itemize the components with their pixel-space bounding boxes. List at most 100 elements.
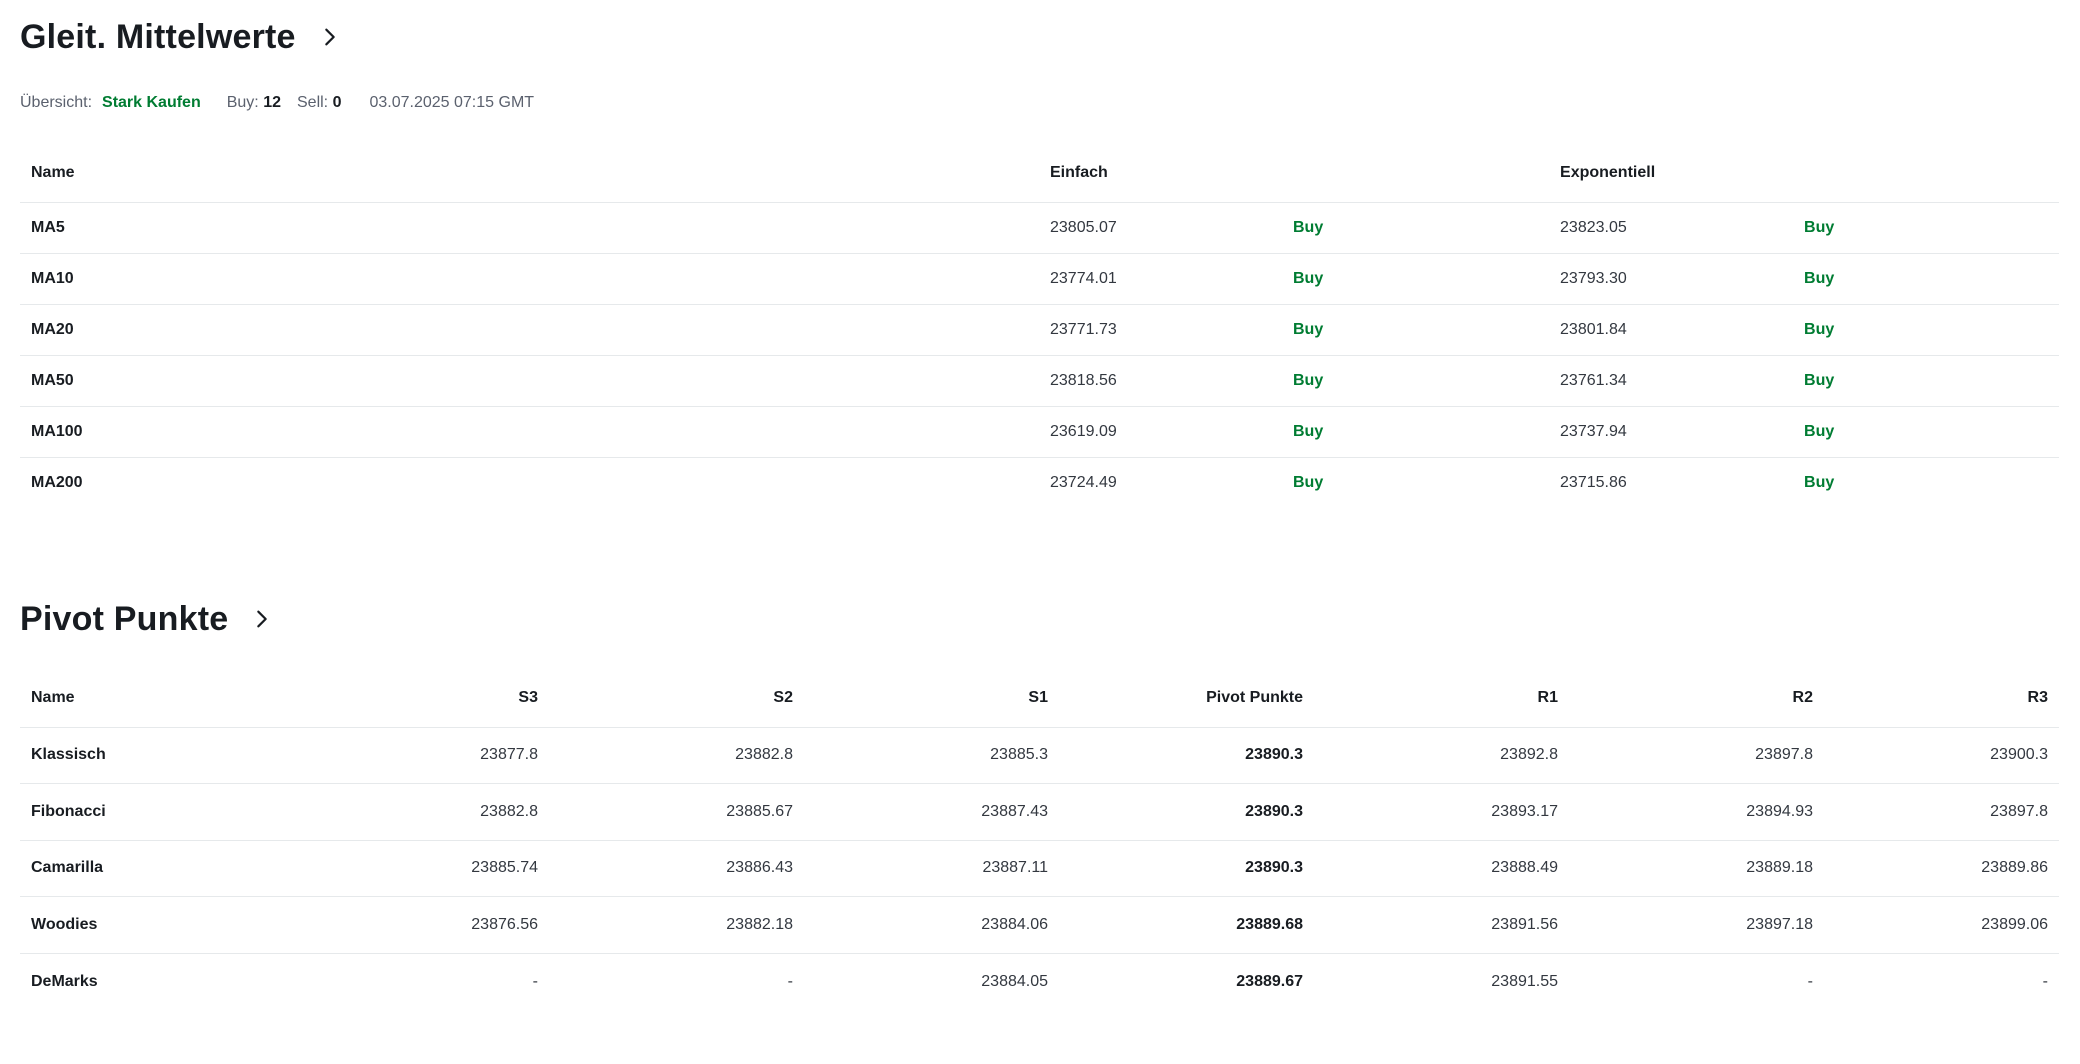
column-header-pivot: Pivot Punkte [1206, 688, 1303, 706]
pivot-value: 23889.68 [1236, 915, 1303, 933]
chevron-right-icon[interactable] [316, 23, 344, 51]
ma-simple-value: 23619.09 [1050, 422, 1117, 440]
pivot-s1: 23887.43 [981, 802, 1048, 820]
ma-exp-signal: Buy [1804, 371, 1835, 389]
pivot-s3: 23876.56 [471, 915, 538, 933]
ma-name: MA5 [31, 218, 65, 236]
pivot-value: 23890.3 [1245, 802, 1303, 820]
pivot-r1: 23891.56 [1491, 915, 1558, 933]
column-header-s3: S3 [518, 688, 538, 706]
pivot-points-body: Klassisch 23877.8 23882.8 23885.3 23890.3 238… [20, 727, 2059, 1010]
pivot-r3: 23900.3 [1990, 746, 2048, 764]
ma-simple-signal: Buy [1293, 473, 1324, 491]
table-row: MA10 23774.01 Buy 23793.30 Buy [20, 253, 2060, 304]
sell-count-label: Sell: [297, 94, 329, 111]
column-header-s2: S2 [773, 688, 793, 706]
pivot-value: 23889.67 [1236, 972, 1303, 990]
ma-name: MA20 [31, 320, 74, 338]
pivot-r2: 23897.8 [1755, 746, 1813, 764]
pivot-s2: 23886.43 [726, 859, 793, 877]
ma-exp-value: 23715.86 [1560, 473, 1627, 491]
pivot-r2: 23897.18 [1746, 915, 1813, 933]
moving-averages-table: Name Einfach Exponentiell MA5 23805.07 Buy… [20, 144, 2060, 508]
column-header-r1: R1 [1537, 688, 1558, 706]
pivot-s3: - [532, 972, 538, 990]
ma-exp-value: 23737.94 [1560, 422, 1627, 440]
pivot-points-title[interactable]: Pivot Punkte [20, 599, 276, 639]
table-header-row: Name S3 S2 S1 Pivot Punkte R1 R2 R3 [20, 669, 2059, 727]
pivot-r3: 23889.86 [1981, 859, 2048, 877]
ma-simple-value: 23771.73 [1050, 320, 1117, 338]
pivot-r1: 23891.55 [1491, 972, 1558, 990]
pivot-s2: 23882.18 [726, 915, 793, 933]
column-header-name: Name [31, 688, 75, 706]
pivot-s3: 23882.8 [480, 802, 538, 820]
column-header-r2: R2 [1792, 688, 1813, 706]
moving-averages-title-text: Gleit. Mittelwerte [20, 17, 296, 56]
sell-count: 0 [332, 94, 342, 111]
pivot-s2: - [787, 972, 793, 990]
pivot-r2: - [1807, 972, 1813, 990]
chevron-right-icon[interactable] [248, 605, 276, 633]
column-header-s1: S1 [1028, 688, 1048, 706]
ma-exp-value: 23761.34 [1560, 371, 1627, 389]
column-header-r3: R3 [2027, 688, 2048, 706]
pivot-value: 23890.3 [1245, 746, 1303, 764]
column-header-name: Name [31, 163, 75, 181]
ma-simple-signal: Buy [1293, 422, 1324, 440]
ma-simple-signal: Buy [1293, 320, 1324, 338]
ma-exp-signal: Buy [1804, 269, 1835, 287]
pivot-row-name: Woodies [31, 915, 98, 933]
pivot-r3: - [2042, 972, 2048, 990]
pivot-s2: 23882.8 [735, 746, 793, 764]
moving-averages-body: MA5 23805.07 Buy 23823.05 Buy MA10 23774.01 Buy… [20, 202, 2060, 508]
ma-name: MA100 [31, 422, 83, 440]
summary-verdict: Stark Kaufen [102, 94, 201, 111]
pivot-s1: 23885.3 [990, 746, 1048, 764]
table-row: MA200 23724.49 Buy 23715.86 Buy [20, 457, 2060, 508]
ma-simple-signal: Buy [1293, 269, 1324, 287]
pivot-s1: 23887.11 [982, 859, 1048, 877]
moving-averages-summary: Übersicht: Stark Kaufen Buy: 12 Sell: 0 … [20, 92, 534, 114]
pivot-s1: 23884.05 [981, 972, 1048, 990]
ma-name: MA50 [31, 371, 74, 389]
summary-label: Übersicht: [20, 94, 93, 111]
pivot-r1: 23888.49 [1491, 859, 1558, 877]
pivot-s1: 23884.06 [981, 915, 1048, 933]
pivot-points-title-text: Pivot Punkte [20, 599, 229, 638]
ma-simple-signal: Buy [1293, 218, 1324, 236]
table-row: DeMarks - - 23884.05 23889.67 23891.55 - - [20, 953, 2059, 1010]
ma-name: MA200 [31, 473, 83, 491]
buy-count: 12 [263, 94, 281, 111]
ma-name: MA10 [31, 269, 74, 287]
pivot-r3: 23897.8 [1990, 802, 2048, 820]
table-row: MA5 23805.07 Buy 23823.05 Buy [20, 202, 2060, 253]
table-row: MA100 23619.09 Buy 23737.94 Buy [20, 406, 2060, 457]
table-row: MA50 23818.56 Buy 23761.34 Buy [20, 355, 2060, 406]
column-header-exponential: Exponentiell [1560, 163, 1656, 181]
pivot-value: 23890.3 [1245, 859, 1303, 877]
moving-averages-title[interactable]: Gleit. Mittelwerte [20, 17, 344, 57]
column-header-simple: Einfach [1050, 163, 1108, 181]
ma-simple-signal: Buy [1293, 371, 1324, 389]
ma-simple-value: 23818.56 [1050, 371, 1117, 389]
pivot-r3: 23899.06 [1981, 915, 2048, 933]
ma-exp-signal: Buy [1804, 422, 1835, 440]
pivot-row-name: DeMarks [31, 972, 98, 990]
table-row: Fibonacci 23882.8 23885.67 23887.43 23890.3 2… [20, 783, 2059, 841]
ma-exp-value: 23801.84 [1560, 320, 1627, 338]
table-row: Woodies 23876.56 23882.18 23884.06 23889.68 2… [20, 896, 2059, 954]
pivot-r2: 23889.18 [1746, 859, 1813, 877]
ma-exp-value: 23793.30 [1560, 269, 1627, 287]
pivot-s2: 23885.67 [726, 802, 793, 820]
ma-exp-signal: Buy [1804, 473, 1835, 491]
table-row: Camarilla 23885.74 23886.43 23887.11 23890.3… [20, 840, 2059, 897]
pivot-r1: 23893.17 [1491, 802, 1558, 820]
pivot-row-name: Camarilla [31, 859, 104, 877]
ma-exp-value: 23823.05 [1560, 218, 1627, 236]
ma-simple-value: 23805.07 [1050, 218, 1117, 236]
table-row: MA20 23771.73 Buy 23801.84 Buy [20, 304, 2060, 355]
ma-simple-value: 23774.01 [1050, 269, 1117, 287]
pivot-row-name: Klassisch [31, 746, 106, 764]
summary-timestamp: 03.07.2025 07:15 GMT [369, 94, 535, 111]
